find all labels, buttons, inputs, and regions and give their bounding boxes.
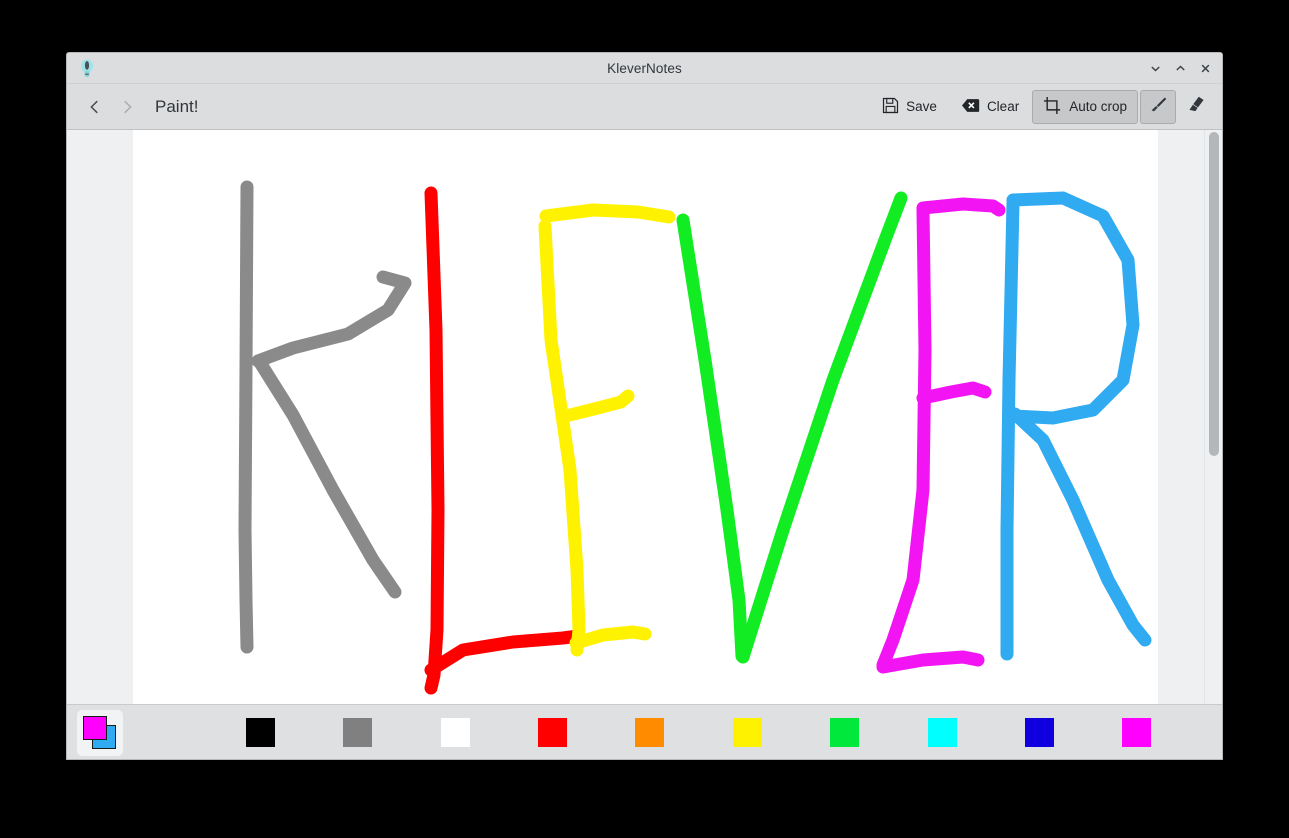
crop-icon: [1043, 96, 1062, 118]
swatch-cyan[interactable]: [928, 718, 957, 747]
eraser-tool-button[interactable]: [1178, 90, 1214, 124]
window-title: KleverNotes: [67, 61, 1222, 76]
vertical-scrollbar[interactable]: [1204, 130, 1222, 704]
auto-crop-label: Auto crop: [1069, 99, 1127, 114]
eraser-icon: [1187, 95, 1206, 119]
swatch-orange[interactable]: [635, 718, 664, 747]
stroke-group-L: [431, 193, 578, 688]
lightbulb-icon: [76, 57, 98, 79]
clear-label: Clear: [987, 99, 1019, 114]
application-window: KleverNotes Paint!: [66, 52, 1223, 760]
floppy-disk-icon: [882, 97, 899, 117]
stroke-group-R: [1007, 198, 1145, 654]
swatch-red[interactable]: [538, 718, 567, 747]
maximize-button[interactable]: [1169, 58, 1191, 80]
minimize-button[interactable]: [1144, 58, 1166, 80]
back-button[interactable]: [79, 91, 111, 123]
swatch-magenta[interactable]: [1122, 718, 1151, 747]
drawing-strokes: [133, 130, 1158, 704]
stroke-group-V: [683, 198, 901, 657]
color-palette: [67, 704, 1222, 759]
desktop-background: KleverNotes Paint!: [0, 0, 1289, 838]
page-title: Paint!: [155, 97, 198, 117]
save-label: Save: [906, 99, 937, 114]
swatch-white[interactable]: [441, 718, 470, 747]
swatch-yellow[interactable]: [733, 718, 762, 747]
brush-tool-button[interactable]: [1140, 90, 1176, 124]
stroke-group-E2: [883, 204, 999, 667]
clear-tag-x-icon: [961, 97, 980, 117]
swatch-green[interactable]: [830, 718, 859, 747]
window-controls: [1144, 53, 1216, 84]
stroke-group-E: [545, 210, 669, 650]
forward-button[interactable]: [111, 91, 143, 123]
save-button[interactable]: Save: [871, 90, 948, 124]
swatch-list: [67, 705, 1222, 759]
swatch-gray[interactable]: [343, 718, 372, 747]
close-button[interactable]: [1194, 58, 1216, 80]
swatch-black[interactable]: [246, 718, 275, 747]
scrollbar-thumb[interactable]: [1209, 132, 1219, 456]
toolbar: Paint! Save: [67, 84, 1222, 130]
toolbar-actions: Save Clear: [871, 90, 1214, 124]
swatch-blue[interactable]: [1025, 718, 1054, 747]
stroke-group-K: [245, 187, 405, 647]
canvas-region: [67, 130, 1222, 704]
auto-crop-button[interactable]: Auto crop: [1032, 90, 1138, 124]
drawing-canvas[interactable]: [133, 130, 1158, 704]
title-bar: KleverNotes: [67, 53, 1222, 84]
paint-brush-icon: [1149, 95, 1168, 119]
clear-button[interactable]: Clear: [950, 90, 1030, 124]
